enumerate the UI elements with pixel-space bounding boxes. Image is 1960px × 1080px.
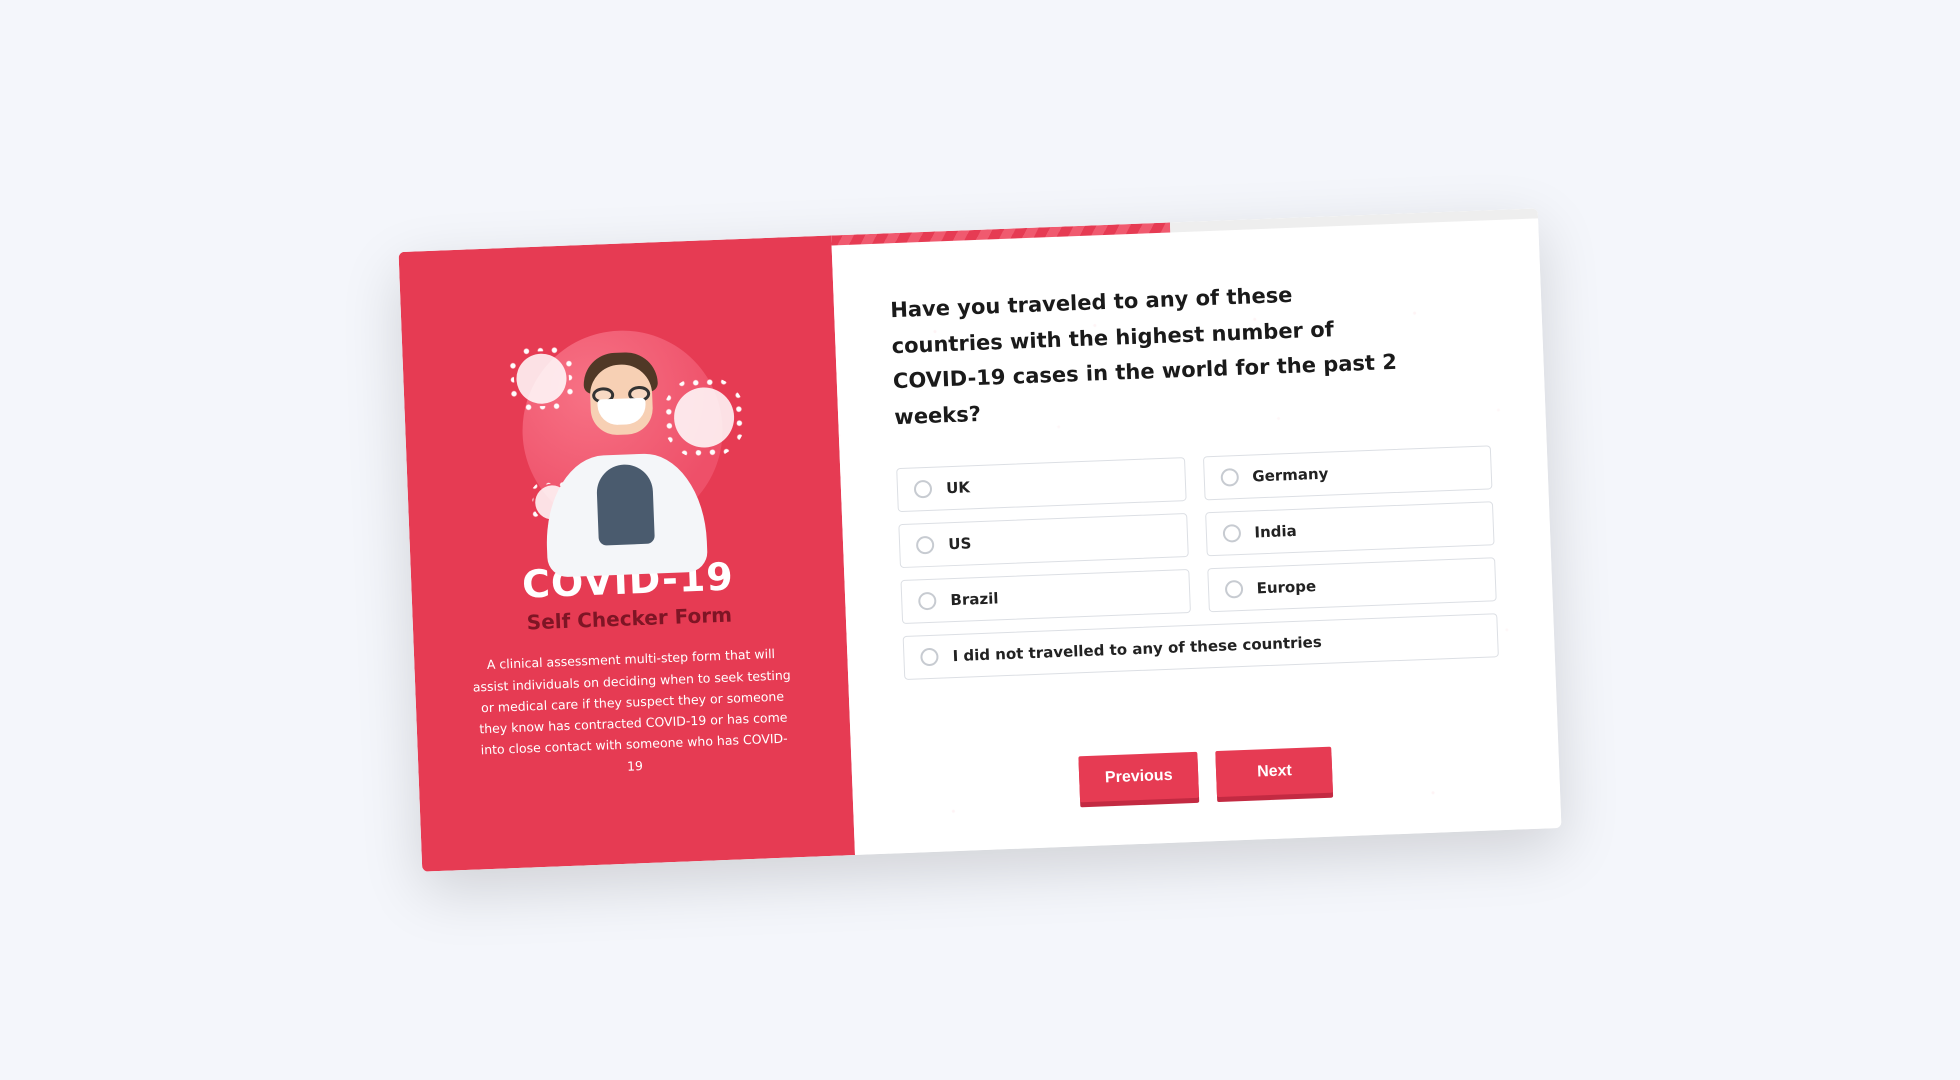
doctor-illustration: [518, 327, 726, 535]
option-label: Brazil: [950, 589, 999, 609]
form-panel: Have you traveled to any of these countr…: [831, 208, 1561, 855]
radio-icon: [1224, 580, 1243, 599]
option-label: I did not travelled to any of these coun…: [952, 633, 1322, 665]
next-button[interactable]: Next: [1216, 747, 1334, 797]
option-item[interactable]: UK: [896, 457, 1186, 512]
app-subtitle: Self Checker Form: [526, 603, 732, 635]
radio-icon: [916, 536, 935, 555]
nav-buttons: Previous Next: [907, 710, 1504, 809]
sidebar-panel: COVID-19 Self Checker Form A clinical as…: [399, 235, 856, 871]
question-text: Have you traveled to any of these countr…: [890, 273, 1415, 436]
options-grid: UK Germany US India Brazil Europe I did not tr…: [896, 445, 1498, 680]
option-item[interactable]: Europe: [1207, 557, 1497, 612]
progress-bar-track: [1170, 208, 1538, 232]
radio-icon: [914, 480, 933, 499]
virus-icon: [673, 387, 735, 449]
option-item[interactable]: Brazil: [901, 569, 1191, 624]
app-description: A clinical assessment multi-step form th…: [471, 643, 796, 783]
option-label: Germany: [1252, 464, 1329, 485]
option-item[interactable]: I did not travelled to any of these coun…: [903, 613, 1499, 680]
virus-icon: [515, 353, 567, 405]
option-label: Europe: [1256, 577, 1316, 597]
option-label: India: [1254, 522, 1297, 542]
option-label: US: [948, 534, 972, 553]
option-item[interactable]: Germany: [1203, 445, 1493, 500]
previous-button[interactable]: Previous: [1078, 752, 1199, 803]
radio-icon: [918, 591, 937, 610]
radio-icon: [1222, 524, 1241, 543]
option-label: UK: [946, 478, 970, 497]
radio-icon: [920, 647, 939, 666]
doctor-shirt: [595, 464, 654, 546]
radio-icon: [1220, 468, 1239, 487]
progress-bar-fill: [831, 222, 1170, 245]
form-card: COVID-19 Self Checker Form A clinical as…: [399, 208, 1562, 871]
option-item[interactable]: US: [899, 513, 1189, 568]
option-item[interactable]: India: [1205, 501, 1495, 556]
